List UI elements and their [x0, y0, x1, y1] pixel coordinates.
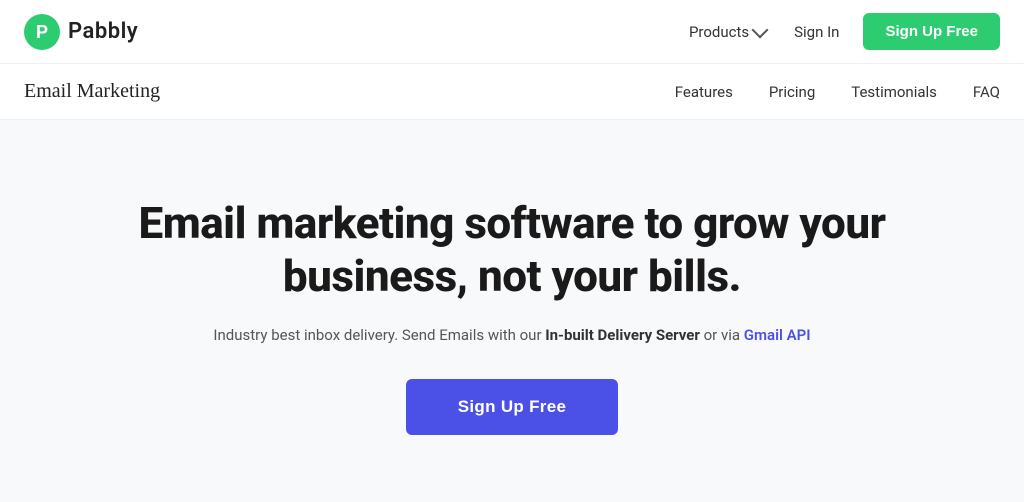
hero-subtext-before: Industry best inbox delivery. Send Email… — [213, 326, 545, 344]
chevron-down-icon — [752, 21, 769, 38]
pabbly-logo-icon: P — [24, 14, 60, 50]
sub-nav-links: Features Pricing Testimonials FAQ — [675, 83, 1000, 101]
sub-navigation: Email Marketing Features Pricing Testimo… — [0, 64, 1024, 120]
svg-text:P: P — [36, 22, 48, 42]
sign-up-free-button-top[interactable]: Sign Up Free — [863, 13, 1000, 50]
products-dropdown-button[interactable]: Products — [685, 17, 770, 47]
top-nav-right: Products Sign In Sign Up Free — [685, 13, 1000, 50]
hero-headline: Email marketing software to grow your bu… — [122, 197, 902, 303]
hero-section: Email marketing software to grow your bu… — [0, 120, 1024, 502]
nav-link-faq[interactable]: FAQ — [973, 83, 1000, 101]
logo-text: Pabbly — [68, 19, 138, 44]
products-label: Products — [689, 23, 749, 41]
top-navigation: P Pabbly Products Sign In Sign Up Free — [0, 0, 1024, 64]
hero-subtext-middle: or via — [700, 326, 744, 344]
nav-link-pricing[interactable]: Pricing — [769, 83, 815, 101]
gmail-api-link[interactable]: Gmail API — [744, 326, 811, 344]
nav-link-testimonials[interactable]: Testimonials — [851, 83, 937, 101]
logo-area[interactable]: P Pabbly — [24, 14, 138, 50]
email-marketing-title: Email Marketing — [24, 80, 160, 103]
sign-in-button[interactable]: Sign In — [786, 17, 847, 47]
hero-subtext: Industry best inbox delivery. Send Email… — [213, 323, 810, 347]
nav-link-features[interactable]: Features — [675, 83, 733, 101]
sign-up-free-button-cta[interactable]: Sign Up Free — [406, 379, 618, 435]
hero-subtext-bold: In-built Delivery Server — [545, 326, 700, 344]
